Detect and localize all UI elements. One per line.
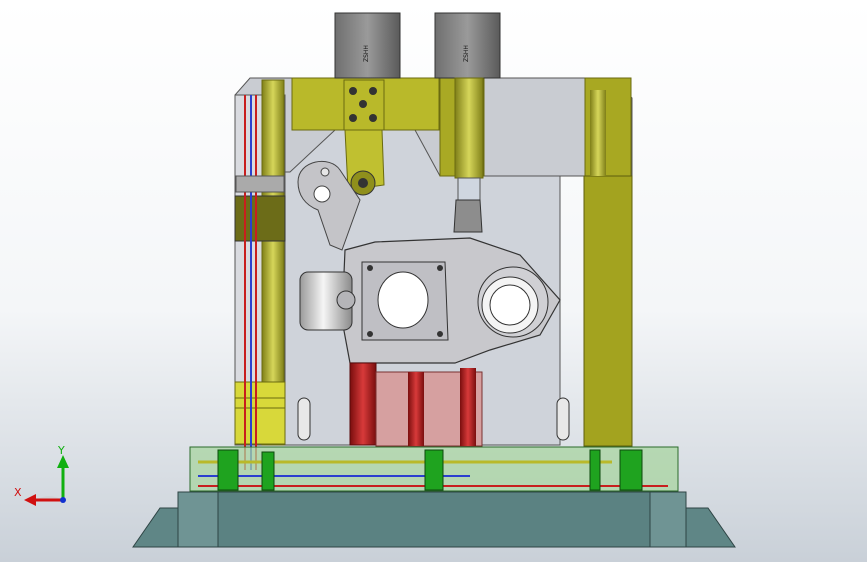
cylinder-left: ZSHH xyxy=(334,12,401,79)
cylinder-right-marking: ZSHH xyxy=(463,45,470,62)
cylinder-left-marking: ZSHH xyxy=(363,45,370,62)
support-blocks xyxy=(349,362,483,447)
cad-viewport[interactable]: ZSHH ZSHH Y X xyxy=(0,0,867,562)
clamp-rod-right xyxy=(453,77,484,233)
cylinder-right: ZSHH xyxy=(434,12,501,79)
upper-crossbeam xyxy=(234,77,633,177)
axis-triad: Y X xyxy=(14,444,69,506)
y-axis-label: Y xyxy=(57,444,65,457)
left-column xyxy=(234,79,286,470)
fixture-model: ZSHH ZSHH Y X xyxy=(14,12,736,548)
base-block xyxy=(132,491,736,548)
clamp-arm-left xyxy=(343,79,385,196)
x-axis-label: X xyxy=(14,486,22,499)
